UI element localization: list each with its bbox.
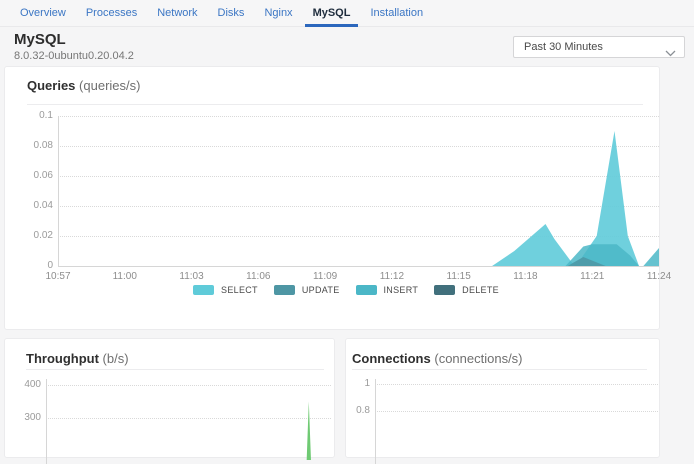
y-tick-label: 0.04 xyxy=(21,200,53,211)
legend-item-select: SELECT xyxy=(193,285,258,295)
x-tick-label: 10:57 xyxy=(36,271,80,282)
tab-mysql[interactable]: MySQL xyxy=(305,0,359,26)
time-range-select[interactable]: Past 30 Minutes xyxy=(513,36,685,58)
series-throughput xyxy=(46,402,331,461)
time-range-value: Past 30 Minutes xyxy=(524,37,603,57)
connections-chart-panel: Connections (connections/s) 1 0.8 xyxy=(345,338,660,458)
x-axis-line xyxy=(58,266,659,267)
legend-item-insert: INSERT xyxy=(356,285,419,295)
x-tick-label: 11:21 xyxy=(570,271,614,282)
tab-network[interactable]: Network xyxy=(149,0,205,26)
tab-processes[interactable]: Processes xyxy=(78,0,145,26)
legend-label: DELETE xyxy=(462,285,499,295)
tab-overview[interactable]: Overview xyxy=(12,0,74,26)
x-tick-label: 11:03 xyxy=(170,271,214,282)
y-tick-label: 400 xyxy=(15,379,41,390)
legend-swatch-delete-icon xyxy=(434,285,455,295)
title-divider xyxy=(352,369,647,370)
connections-chart-title: Connections (connections/s) xyxy=(352,351,523,366)
queries-chart-unit: (queries/s) xyxy=(79,78,140,93)
queries-chart-title: Queries (queries/s) xyxy=(27,78,140,93)
page-header: MySQL 8.0.32-0ubuntu0.20.04.2 Past 30 Mi… xyxy=(0,28,694,66)
legend-swatch-insert-icon xyxy=(356,285,377,295)
gridline xyxy=(375,411,658,412)
throughput-chart-unit: (b/s) xyxy=(103,351,129,366)
gridline xyxy=(375,384,658,385)
tab-installation[interactable]: Installation xyxy=(362,0,431,26)
legend-item-delete: DELETE xyxy=(434,285,499,295)
queries-chart-legend: SELECT UPDATE INSERT DELETE xyxy=(19,285,673,295)
x-tick-label: 11:00 xyxy=(103,271,147,282)
y-tick-label: 0.1 xyxy=(21,110,53,121)
title-divider xyxy=(26,369,324,370)
x-tick-label: 11:15 xyxy=(437,271,481,282)
y-tick-label: 300 xyxy=(15,412,41,423)
legend-label: SELECT xyxy=(221,285,258,295)
y-tick-label: 1 xyxy=(348,378,370,389)
y-axis-line xyxy=(375,379,376,464)
series-insert xyxy=(58,244,659,266)
legend-label: INSERT xyxy=(384,285,419,295)
y-tick-label: 0 xyxy=(21,260,53,271)
throughput-area-series xyxy=(46,379,331,460)
x-tick-label: 11:09 xyxy=(303,271,347,282)
chevron-down-icon xyxy=(665,44,676,62)
connections-chart-unit: (connections/s) xyxy=(434,351,522,366)
page-title: MySQL xyxy=(14,31,66,48)
mysql-version: 8.0.32-0ubuntu0.20.04.2 xyxy=(14,50,134,62)
tab-nginx[interactable]: Nginx xyxy=(256,0,300,26)
throughput-chart-panel: Throughput (b/s) 400 300 xyxy=(4,338,335,458)
x-tick-label: 11:06 xyxy=(236,271,280,282)
legend-label: UPDATE xyxy=(302,285,340,295)
tab-disks[interactable]: Disks xyxy=(210,0,253,26)
tab-bar: OverviewProcessesNetworkDisksNginxMySQLI… xyxy=(0,0,694,27)
queries-area-series xyxy=(58,116,659,266)
y-tick-label: 0.08 xyxy=(21,140,53,151)
throughput-chart-title: Throughput (b/s) xyxy=(26,351,129,366)
y-tick-label: 0.02 xyxy=(21,230,53,241)
y-tick-label: 0.8 xyxy=(348,405,370,416)
y-tick-label: 0.06 xyxy=(21,170,53,181)
series-select xyxy=(58,131,659,266)
legend-item-update: UPDATE xyxy=(274,285,340,295)
x-tick-label: 11:24 xyxy=(637,271,681,282)
legend-swatch-select-icon xyxy=(193,285,214,295)
legend-swatch-update-icon xyxy=(274,285,295,295)
x-tick-label: 11:18 xyxy=(503,271,547,282)
queries-chart-panel: Queries (queries/s) 0 0.02 0.04 0.06 0.08 0.1… xyxy=(4,66,660,330)
title-divider xyxy=(27,104,643,105)
x-tick-label: 11:12 xyxy=(370,271,414,282)
